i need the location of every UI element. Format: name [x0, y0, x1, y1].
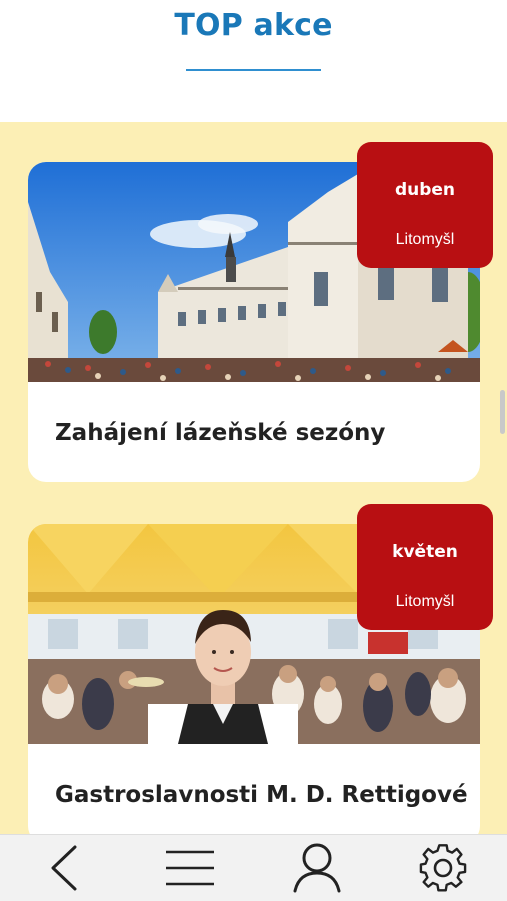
header: TOP akce — [0, 0, 507, 122]
back-button[interactable] — [25, 835, 105, 901]
profile-button[interactable] — [277, 835, 357, 901]
back-icon — [51, 845, 77, 891]
event-month: květen — [392, 542, 458, 562]
scrollbar[interactable] — [500, 390, 505, 434]
event-list: Zahájení lázeňské sezóny duben Litomyšl — [0, 122, 507, 834]
gear-icon — [419, 844, 467, 892]
title-underline — [186, 69, 321, 71]
bottom-navbar — [0, 834, 507, 901]
settings-button[interactable] — [403, 835, 483, 901]
event-title: Zahájení lázeňské sezóny — [55, 420, 386, 446]
event-place: Litomyšl — [395, 593, 455, 610]
event-month: duben — [394, 180, 456, 200]
page-title: TOP akce — [174, 8, 333, 43]
event-title: Gastroslavnosti M. D. Rettigové — [55, 782, 468, 808]
menu-icon — [166, 850, 214, 886]
user-icon — [293, 843, 341, 893]
event-date-badge: duben Litomyšl — [357, 142, 493, 268]
event-place: Litomyšl — [395, 231, 455, 248]
event-date-badge: květen Litomyšl — [357, 504, 493, 630]
menu-button[interactable] — [150, 835, 230, 901]
